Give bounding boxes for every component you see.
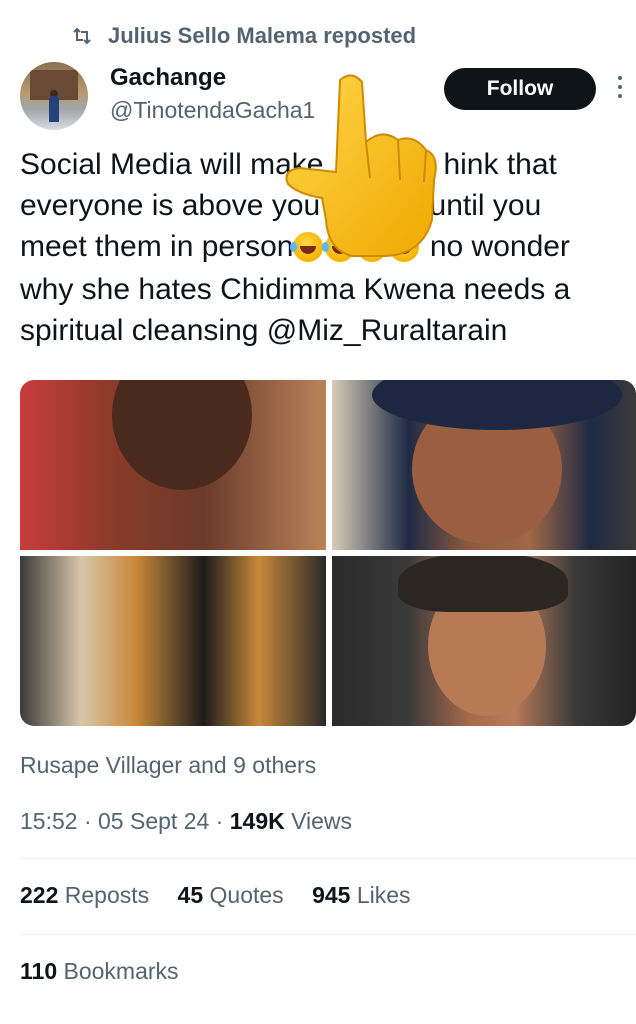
pointing-hand-emoji-icon [285, 74, 437, 257]
reposts-count: 222 [20, 882, 59, 908]
divider [20, 934, 636, 935]
likes-count: 945 [312, 882, 351, 908]
likes-stat[interactable]: 945 Likes [312, 882, 410, 908]
media-grid[interactable] [20, 380, 636, 726]
bookmarks-label: Bookmarks [63, 958, 179, 984]
reposts-label: Reposts [64, 882, 150, 908]
photo-4[interactable] [332, 556, 636, 726]
photo-2[interactable] [332, 380, 636, 550]
repost-icon [73, 27, 91, 45]
divider [20, 858, 636, 859]
tweet-text-line: spiritual cleansing @Miz_Ruraltarain [20, 313, 508, 347]
repost-indicator: Julius Sello Malema reposted [70, 20, 416, 52]
quotes-count: 45 [177, 882, 204, 908]
tweet-text-part: Social Media will make [20, 148, 324, 181]
bookmarks-count: 110 [20, 958, 58, 984]
tweet-meta: 15:52 · 05 Sept 24 · 149K Views [20, 808, 352, 835]
likes-label: Likes [356, 882, 411, 908]
tweet-text-part: hink that [443, 148, 557, 181]
engagement-stats: 222 Reposts 45 Quotes 945 Likes [20, 882, 433, 909]
quotes-label: Quotes [209, 882, 284, 908]
cropped-stats-row [20, 1016, 620, 1024]
tweet-text-part: everyone is above you [20, 189, 321, 222]
photo-1[interactable] [20, 380, 326, 550]
repost-text: Julius Sello Malema reposted [108, 23, 417, 48]
tweet-text-line: why she hates Chidimma Kwena needs a [20, 272, 571, 306]
tweet-text-part: no wonder [429, 230, 570, 263]
tweet-text-part: meet them in person [20, 230, 294, 263]
more-options-icon[interactable] [616, 76, 624, 102]
bookmarks-stat[interactable]: 110 Bookmarks [20, 958, 179, 985]
follow-button[interactable]: Follow [444, 68, 596, 110]
quotes-stat[interactable]: 45 Quotes [178, 882, 284, 908]
tweet-date[interactable]: 05 Sept 24 [98, 808, 209, 834]
avatar[interactable] [20, 62, 88, 130]
separator: · [77, 808, 99, 834]
author-name[interactable]: Gachange [110, 64, 226, 92]
views-label: Views [284, 808, 353, 834]
photo-3[interactable] [20, 556, 326, 726]
tweet-time[interactable]: 15:52 [20, 808, 78, 834]
separator: · [209, 808, 230, 834]
reposts-stat[interactable]: 222 Reposts [20, 882, 149, 908]
view-count: 149K [229, 808, 285, 834]
liked-by-text[interactable]: Rusape Villager and 9 others [20, 752, 316, 779]
